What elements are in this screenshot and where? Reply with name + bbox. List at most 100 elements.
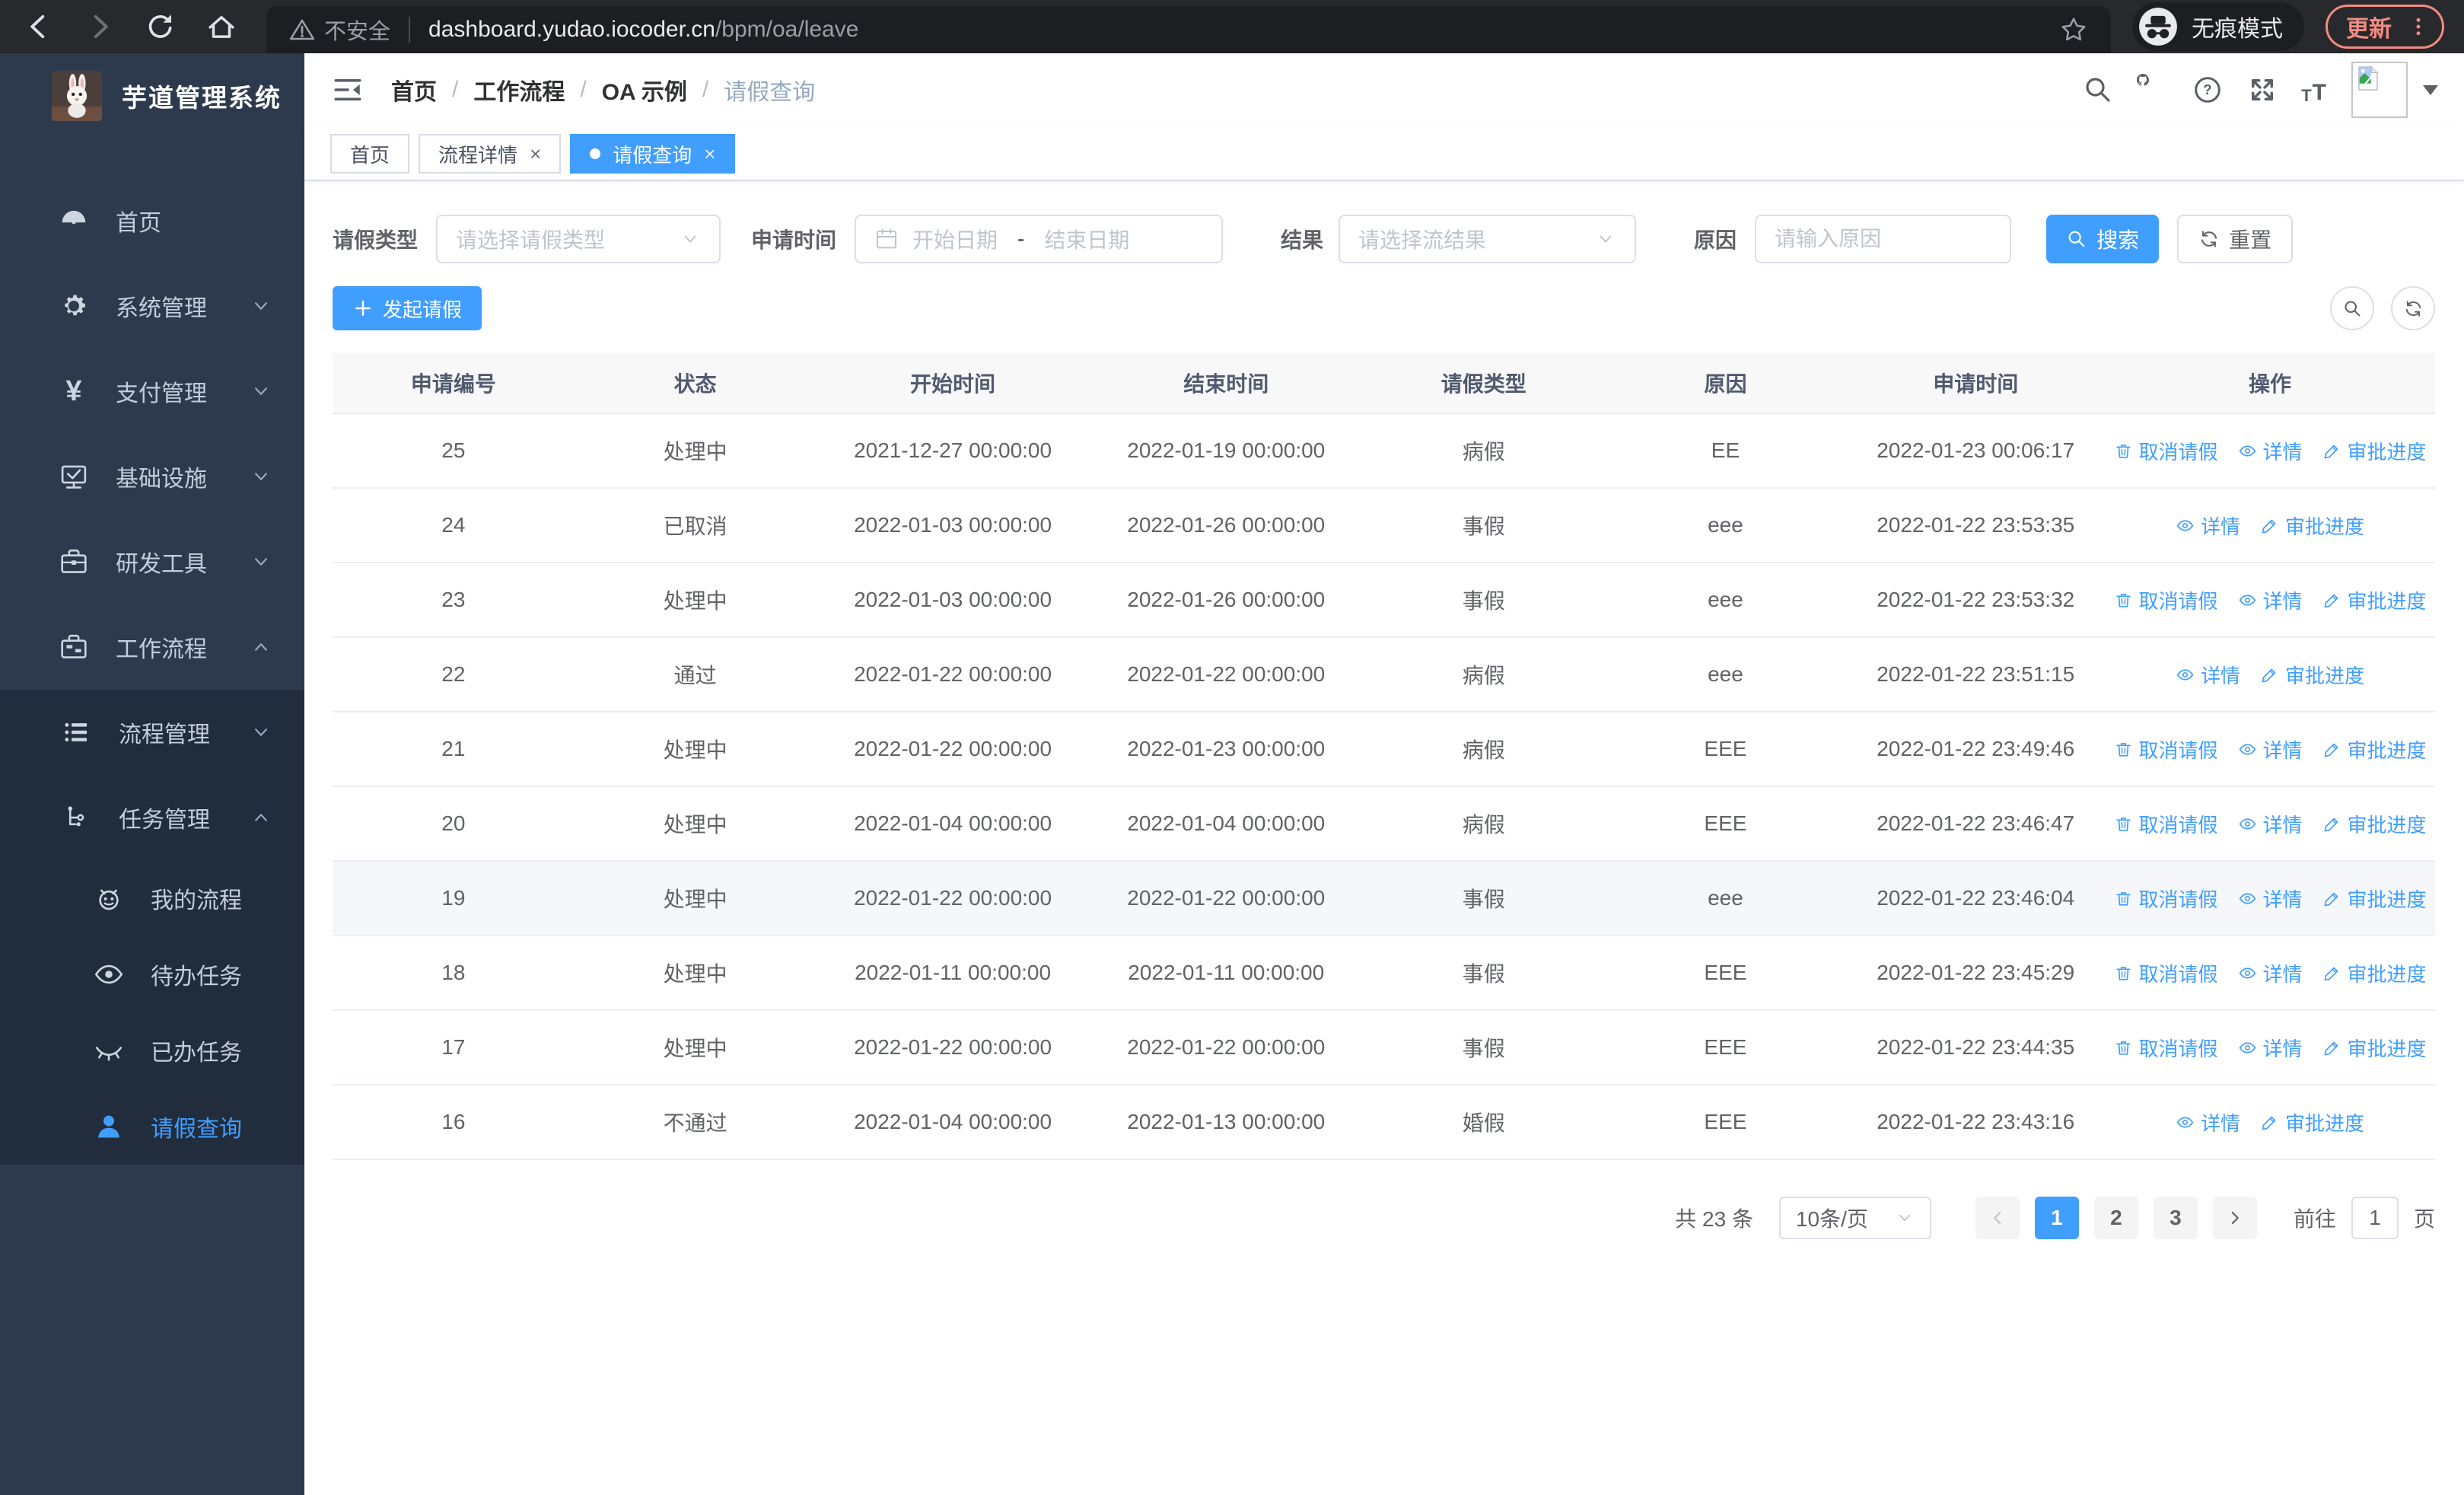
page-size-select[interactable]: 10条/页 [1778,1197,1931,1239]
table-row: 20 处理中 2022-01-04 00:00:00 2022-01-04 00:00… [333,787,2435,862]
action-详情[interactable]: 详情 [2176,512,2240,540]
action-取消请假[interactable]: 取消请假 [2114,959,2218,987]
reason-input[interactable] [1775,227,1992,251]
sidebar-item-流程管理[interactable]: 流程管理 [0,690,304,775]
sidebar-item-首页[interactable]: 首页 [0,178,304,263]
prev-page-button[interactable] [1975,1197,2020,1239]
cell-status: 通过 [673,664,717,687]
edit-icon [2260,1113,2279,1132]
close-icon[interactable]: × [530,144,541,164]
action-详情[interactable]: 详情 [2238,586,2303,614]
action-审批进度[interactable]: 审批进度 [2322,885,2427,913]
refresh-table-button[interactable] [2391,286,2435,330]
breadcrumb-item[interactable]: 工作流程 [473,73,565,107]
action-详情[interactable]: 详情 [2176,1108,2240,1136]
table-body: 25 处理中 2021-12-27 00:00:00 2022-01-19 00:00… [333,414,2435,1160]
action-取消请假[interactable]: 取消请假 [2114,885,2218,913]
forward-icon[interactable] [84,11,116,43]
sidebar-item-label: 系统管理 [116,296,207,321]
chevron-down-icon[interactable] [2423,84,2438,95]
cell-status: 处理中 [663,813,727,837]
update-chip[interactable]: 更新 [2326,5,2444,49]
sidebar-item-我的流程[interactable]: 我的流程 [0,860,304,936]
avatar[interactable] [2351,62,2408,118]
cell-end: 2022-01-22 00:00:00 [1127,662,1326,686]
font-size-icon[interactable]: TT [2301,74,2327,106]
view-icon [2238,964,2257,983]
table-header: 申请编号 状态 开始时间 结束时间 请假类型 原因 申请时间 操作 [333,353,2435,414]
action-详情[interactable]: 详情 [2238,735,2303,763]
sidebar-item-待办任务[interactable]: 待办任务 [0,936,304,1012]
leave-type-select[interactable]: 请选择请假类型 [436,215,721,263]
sidebar-item-已办任务[interactable]: 已办任务 [0,1012,304,1089]
action-详情[interactable]: 详情 [2176,661,2240,689]
goto-page-input[interactable] [2351,1197,2399,1239]
search-button[interactable]: 搜索 [2046,215,2160,263]
edit-icon [2322,591,2341,610]
kebab-menu-icon[interactable] [2407,14,2430,40]
cell-start: 2022-01-22 00:00:00 [854,1035,1052,1059]
action-审批进度[interactable]: 审批进度 [2322,586,2427,614]
action-取消请假[interactable]: 取消请假 [2114,586,2218,614]
fullscreen-icon[interactable] [2246,74,2278,106]
sidebar-item-请假查询[interactable]: 请假查询 [0,1089,304,1165]
breadcrumb-item[interactable]: 首页 [391,73,437,107]
sidebar-item-label: 基础设施 [116,467,207,492]
apply-time-range-picker[interactable]: 开始日期 - 结束日期 [855,215,1224,263]
page-button-1[interactable]: 1 [2034,1197,2079,1239]
help-icon[interactable]: ? [2192,74,2224,106]
edit-icon [2322,740,2341,759]
action-审批进度[interactable]: 审批进度 [2322,437,2427,465]
app-logo[interactable]: 芋道管理系统 [0,53,304,139]
action-详情[interactable]: 详情 [2238,885,2303,913]
cell-status: 已取消 [663,515,727,538]
sidebar-item-基础设施[interactable]: 基础设施 [0,434,304,519]
next-page-button[interactable] [2212,1197,2257,1239]
robot-face-icon [93,882,125,914]
action-取消请假[interactable]: 取消请假 [2114,735,2218,763]
search-icon[interactable] [2082,74,2114,106]
sidebar-item-研发工具[interactable]: 研发工具 [0,519,304,604]
sidebar-item-任务管理[interactable]: 任务管理 [0,775,304,860]
tab-首页[interactable]: 首页 [330,134,410,174]
create-leave-button[interactable]: 发起请假 [333,286,482,330]
tab-请假查询[interactable]: 请假查询 × [570,134,736,174]
range-separator: - [1017,227,1025,250]
action-审批进度[interactable]: 审批进度 [2260,1108,2364,1136]
toggle-search-button[interactable] [2330,286,2374,330]
sidebar-item-支付管理[interactable]: ¥ 支付管理 [0,349,304,434]
home-icon[interactable] [205,11,237,43]
security-indicator[interactable]: 不安全 [289,14,390,46]
action-审批进度[interactable]: 审批进度 [2322,1034,2427,1062]
page-button-2[interactable]: 2 [2093,1197,2138,1239]
sidebar-item-工作流程[interactable]: 工作流程 [0,604,304,690]
view-icon [2238,740,2257,759]
sidebar-item-系统管理[interactable]: 系统管理 [0,263,304,349]
action-取消请假[interactable]: 取消请假 [2114,437,2218,465]
action-详情[interactable]: 详情 [2238,810,2303,838]
back-icon[interactable] [23,11,55,43]
action-详情[interactable]: 详情 [2238,1034,2303,1062]
page-button-3[interactable]: 3 [2153,1197,2198,1239]
reset-button[interactable]: 重置 [2177,215,2294,263]
close-icon[interactable]: × [704,144,715,164]
action-审批进度[interactable]: 审批进度 [2322,810,2427,838]
action-取消请假[interactable]: 取消请假 [2114,1034,2218,1062]
action-审批进度[interactable]: 审批进度 [2260,661,2364,689]
edit-icon [2260,516,2279,535]
breadcrumb-item[interactable]: OA 示例 [602,73,687,107]
action-审批进度[interactable]: 审批进度 [2322,735,2427,763]
action-审批进度[interactable]: 审批进度 [2260,512,2364,540]
github-icon[interactable] [2137,74,2169,106]
action-取消请假[interactable]: 取消请假 [2114,810,2218,838]
address-bar[interactable]: 不安全 dashboard.yudao.iocoder.cn/bpm/oa/le… [266,6,2111,53]
collapse-sidebar-icon[interactable] [332,74,364,106]
action-详情[interactable]: 详情 [2238,437,2303,465]
action-详情[interactable]: 详情 [2238,959,2303,987]
bookmark-star-icon[interactable] [2059,15,2088,44]
reload-icon[interactable] [145,11,177,43]
tab-label: 首页 [350,143,390,167]
action-审批进度[interactable]: 审批进度 [2322,959,2427,987]
result-select[interactable]: 请选择流结果 [1339,215,1637,263]
tab-流程详情[interactable]: 流程详情 × [419,134,562,174]
